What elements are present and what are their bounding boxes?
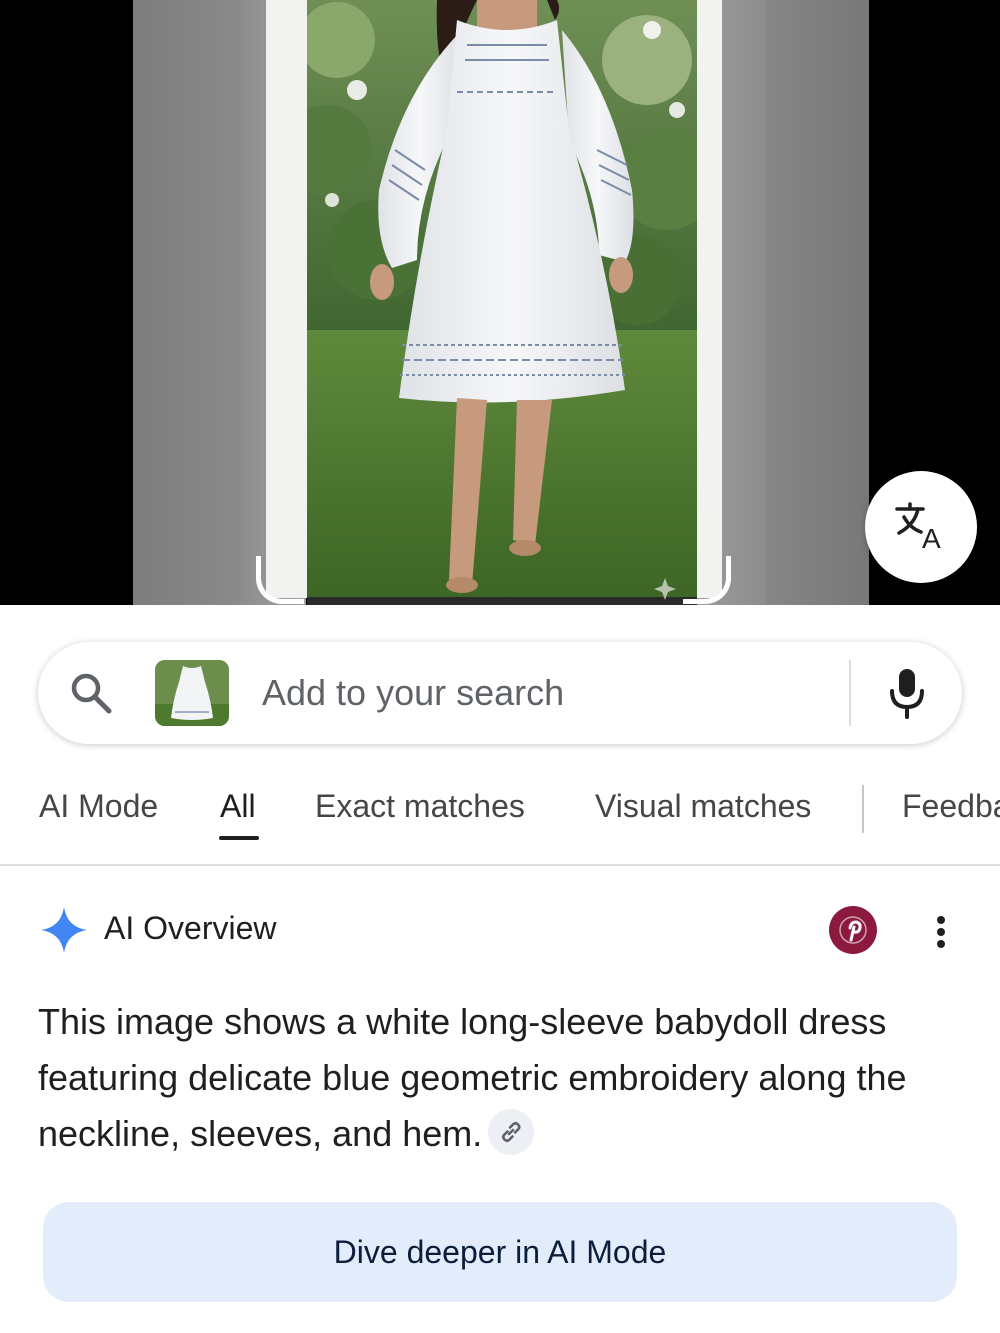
image-white-margin-right (696, 0, 722, 598)
microphone-icon[interactable] (880, 664, 934, 722)
more-vert-icon[interactable] (922, 908, 960, 956)
active-tab-indicator (219, 836, 259, 840)
tab-feedback[interactable]: Feedba (902, 788, 1000, 825)
dimmed-area-right (766, 0, 869, 605)
search-icon[interactable] (66, 670, 116, 716)
dive-deeper-ai-mode-button[interactable]: Dive deeper in AI Mode (43, 1202, 957, 1302)
svg-text:A: A (922, 523, 941, 550)
tab-ai-mode[interactable]: AI Mode (39, 788, 158, 825)
dress-photo[interactable] (307, 0, 697, 605)
dimmed-area-left (133, 0, 240, 605)
tab-exact-matches[interactable]: Exact matches (315, 788, 525, 825)
ai-overview-text: This image shows a white long-sleeve bab… (38, 994, 968, 1162)
search-tabs: AI Mode All Exact matches Visual matches… (0, 760, 1000, 866)
gemini-sparkle-icon (40, 906, 88, 954)
crop-handle-bottom-left[interactable] (256, 556, 304, 604)
search-input[interactable] (262, 666, 832, 720)
search-image-thumbnail[interactable] (155, 660, 229, 726)
translate-button[interactable]: A (865, 471, 977, 583)
image-white-margin-left (266, 0, 308, 598)
tab-visual-matches[interactable]: Visual matches (595, 788, 811, 825)
search-divider (849, 660, 851, 726)
pinterest-icon[interactable] (829, 906, 877, 954)
link-icon[interactable] (488, 1109, 535, 1156)
image-viewer (0, 0, 1000, 605)
ai-overview-body: This image shows a white long-sleeve bab… (38, 1001, 907, 1154)
translate-icon: A (893, 500, 949, 555)
tab-separator (862, 785, 864, 833)
tab-all[interactable]: All (220, 788, 256, 825)
ai-overview-title: AI Overview (104, 910, 277, 946)
